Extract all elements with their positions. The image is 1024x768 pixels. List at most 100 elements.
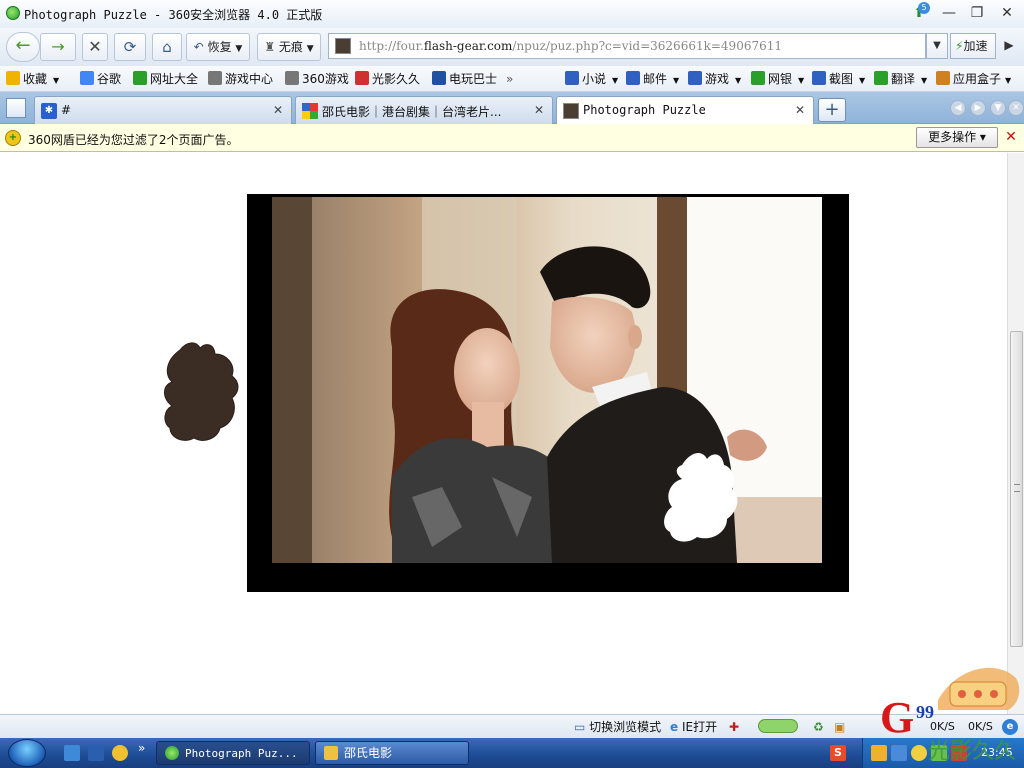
ie-open-label: IE打开 — [681, 720, 718, 734]
bookmark-label: 谷歌 — [97, 72, 122, 86]
bookmark-game-center[interactable]: 游戏中心 — [208, 70, 273, 88]
upgrade-badge: 5 — [918, 2, 930, 14]
chevron-down-icon: ▼ — [859, 76, 866, 85]
windows-flag-icon — [302, 103, 318, 119]
toggle-switch-icon[interactable] — [758, 719, 798, 735]
folder-icon — [324, 746, 338, 760]
bookmarks-bar: 收藏 ▼ 谷歌 网址大全 游戏中心 360游戏 光影久久 电玩巴士 » 小说 ▼ 邮… — [0, 66, 1024, 92]
ie-open-button[interactable]: e IE打开 — [670, 719, 717, 735]
notice-text: 360网盾已经为您过滤了2个页面广告。 — [28, 133, 239, 147]
toolbar-mail[interactable]: 邮件 ▼ — [626, 70, 679, 88]
tab-scroll-right-icon[interactable]: ▶ — [970, 100, 986, 116]
bookmark-guangying[interactable]: 光影久久 — [355, 70, 420, 88]
chevron-down-icon: ▼ — [306, 44, 314, 54]
undo-icon: ↶ — [193, 40, 204, 54]
browser-logo-icon — [165, 746, 179, 760]
task-photograph-puzzle[interactable]: Photograph Puz... — [156, 741, 310, 765]
tab-baidu[interactable]: ✱ # ✕ — [34, 96, 292, 124]
star-icon — [6, 71, 20, 85]
toolbar-label: 小说 — [582, 72, 607, 86]
toolbar-screenshot[interactable]: 截图 ▼ — [812, 70, 865, 88]
tab-photograph-puzzle[interactable]: Photograph Puzzle ✕ — [556, 96, 814, 125]
task-shaw-movies[interactable]: 邵氏电影 — [315, 741, 469, 765]
private-mode-button[interactable]: ♜ 无痕 ▼ — [257, 33, 321, 61]
navigation-bar: ← → ✕ ⟳ ⌂ ↶ 恢复 ▼ ♜ 无痕 ▼ http://four.flas… — [0, 28, 1024, 66]
security-icon[interactable]: ✚ — [729, 719, 739, 735]
tray-360-icon[interactable] — [931, 745, 947, 761]
bookmark-google[interactable]: 谷歌 — [80, 70, 121, 88]
download-speed: 0K/S — [930, 720, 955, 733]
tab-menu-icon[interactable]: ▼ — [990, 100, 1006, 116]
start-button[interactable] — [8, 739, 46, 767]
loose-puzzle-piece[interactable] — [160, 340, 240, 444]
chevron-down-icon: ▼ — [53, 76, 60, 85]
tab-bar: ✱ # ✕ 邵氏电影｜港台剧集｜台湾老片... ✕ Photograph Puz… — [0, 92, 1024, 125]
site-favicon-icon — [563, 103, 579, 119]
close-all-tabs-icon[interactable]: ✕ — [1008, 100, 1024, 116]
chevron-down-icon: ▼ — [235, 44, 243, 54]
close-window-button[interactable]: ✕ — [996, 3, 1018, 23]
toolbar-novel[interactable]: 小说 ▼ — [565, 70, 618, 88]
task-label: 邵氏电影 — [344, 746, 393, 760]
forward-button[interactable]: → — [40, 33, 76, 61]
go-button[interactable]: ▶ — [998, 33, 1020, 59]
puzzle-photo[interactable] — [272, 197, 822, 563]
restore-button[interactable]: ↶ 恢复 ▼ — [186, 33, 250, 61]
task-label: Photograph Puz... — [185, 747, 298, 760]
bookmark-favorites[interactable]: 收藏 ▼ — [6, 70, 59, 88]
switch-mode-button[interactable]: ▭ 切换浏览模式 — [574, 719, 661, 735]
address-url[interactable]: http://four.flash-gear.com/npuz/puz.php?… — [359, 39, 782, 53]
globe-icon — [133, 71, 147, 85]
tray-network-icon[interactable] — [891, 745, 907, 761]
sogou-icon[interactable]: S — [830, 745, 846, 761]
toolbar-app-box[interactable]: 应用盒子 ▼ — [936, 70, 1011, 88]
address-bar[interactable]: http://four.flash-gear.com/npuz/puz.php?… — [328, 33, 926, 59]
tab-list-icon[interactable] — [6, 98, 26, 118]
window-icon: ▭ — [574, 720, 586, 734]
bookmark-label: 网址大全 — [150, 72, 199, 86]
scrollbar-thumb[interactable] — [1010, 331, 1023, 647]
toolbar-games[interactable]: 游戏 ▼ — [688, 70, 741, 88]
tray-qq-icon[interactable] — [911, 745, 927, 761]
bookmark-360-games[interactable]: 360游戏 — [285, 70, 349, 88]
tab-shaw-movies[interactable]: 邵氏电影｜港台剧集｜台湾老片... ✕ — [295, 96, 553, 124]
tab-label: # — [61, 103, 72, 117]
outlook-icon[interactable] — [88, 745, 104, 761]
bookmark-site-directory[interactable]: 网址大全 — [133, 70, 198, 88]
recycle-icon[interactable]: ♻ — [813, 719, 824, 735]
toolbar-label: 截图 — [829, 72, 854, 86]
tab-close-button[interactable]: ✕ — [271, 102, 285, 118]
bookmarks-overflow-button[interactable]: » — [506, 70, 513, 88]
toolbar-label: 翻译 — [891, 72, 916, 86]
quicklaunch-overflow[interactable]: » — [138, 741, 145, 755]
back-button[interactable]: ← — [6, 32, 40, 62]
home-button[interactable]: ⌂ — [152, 33, 182, 61]
show-desktop-icon[interactable] — [64, 745, 80, 761]
minimize-button[interactable]: — — [938, 3, 960, 23]
maximize-button[interactable]: ❐ — [966, 3, 988, 23]
box-icon[interactable]: ▣ — [834, 719, 845, 735]
speedup-button[interactable]: ⚡加速 — [950, 33, 996, 59]
tab-scroll-left-icon[interactable]: ◀ — [950, 100, 966, 116]
tray-volume-icon[interactable] — [951, 745, 967, 761]
new-tab-button[interactable]: + — [818, 98, 846, 122]
toolbar-translate[interactable]: 翻译 ▼ — [874, 70, 927, 88]
bookmark-tgbus[interactable]: 电玩巴士 — [432, 70, 497, 88]
tab-close-button[interactable]: ✕ — [532, 102, 546, 118]
refresh-button[interactable]: ⟳ — [114, 33, 146, 61]
vertical-scrollbar[interactable] — [1007, 153, 1024, 714]
toolbar-ebank[interactable]: 网银 ▼ — [751, 70, 804, 88]
qq-icon[interactable] — [112, 745, 128, 761]
tab-close-button[interactable]: ✕ — [793, 102, 807, 118]
tray-app-icon[interactable] — [871, 745, 887, 761]
ie-mode-icon[interactable]: e — [1002, 719, 1018, 735]
notice-close-button[interactable]: ✕ — [1003, 129, 1019, 145]
stop-button[interactable]: ✕ — [82, 33, 108, 61]
tab-label: 邵氏电影｜港台剧集｜台湾老片... — [322, 105, 502, 119]
more-actions-button[interactable]: 更多操作 ▾ — [916, 127, 998, 148]
url-prefix: http://four. — [359, 39, 424, 53]
game-icon — [688, 71, 702, 85]
address-dropdown-button[interactable]: ▼ — [926, 33, 948, 59]
puzzle-board[interactable] — [247, 194, 849, 592]
chevron-down-icon: ▼ — [612, 76, 619, 85]
